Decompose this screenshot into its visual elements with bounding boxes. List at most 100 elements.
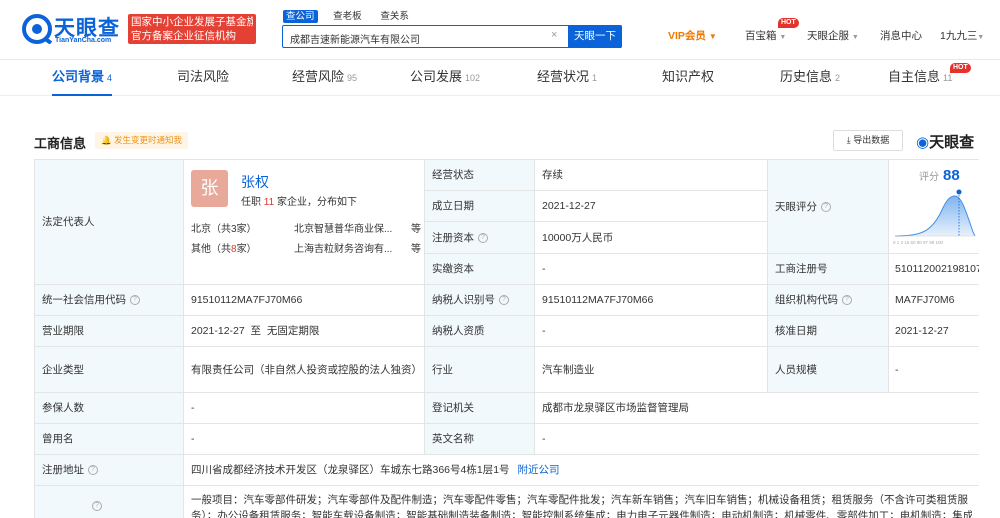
value-authority: 成都市龙泉驿区市场监督管理局 [535,393,979,424]
label-approve-date: 核准日期 [768,316,889,347]
capital-label-text: 注册资本 [432,231,474,244]
region-post: 家） [236,244,257,255]
label-scope: ? [35,486,184,518]
search-button[interactable]: 天眼一下 [568,24,622,48]
tab-ip[interactable]: 知识产权 [662,60,714,96]
sum-count[interactable]: 11 [264,197,274,208]
search-type-tabs: 查公司 查老板 查关系 [283,10,422,24]
value-reg-no: 510112002198107 [889,254,979,285]
label-capital: 注册资本? [425,222,535,254]
label-staff-size: 人员规模 [768,347,889,393]
tab-background[interactable]: 公司背景 4 [52,60,113,96]
value-org-code: MA7FJ70M6 [889,285,979,316]
tab-count: 11 [943,73,953,83]
logo-url: TianYanCha.com [55,37,112,44]
org-label-text: 组织机构代码 [775,294,838,306]
search-tab-company[interactable]: 查公司 [283,10,318,23]
rep-company-link[interactable]: 上海吉粒财务咨询有... [294,240,392,255]
help-icon[interactable]: ? [92,500,102,511]
score-text: 评分 88 [919,168,960,186]
clear-icon[interactable]: × [551,29,557,41]
value-estab-date: 2021-12-27 [535,191,768,222]
badge-line-2: 官方备案企业征信机构 [131,30,236,42]
chevron-down-icon: ▼ [708,32,717,41]
tab-count: 4 [107,73,113,83]
rep-company-link[interactable]: 北京智慧普华商业保... [294,220,392,235]
taxid-label-text: 纳税人识别号 [432,294,495,306]
value-tax-id: 91510112MA7FJ70M66 [535,285,768,316]
search-input[interactable]: 成都吉速新能源汽车有限公司 [290,31,420,46]
tab-label: 司法风险 [177,69,230,84]
avatar[interactable]: 张 [191,170,228,207]
user-menu[interactable]: 1九九三▼ [940,28,984,43]
export-button[interactable]: ⤓ 导出数据 [833,130,903,151]
message-center-link[interactable]: 消息中心 [880,28,922,43]
help-icon[interactable]: ? [88,465,98,475]
qiyefu-menu[interactable]: 天眼企服 ▼ [807,28,859,43]
tab-label: 公司发展 [410,69,463,84]
tab-operation-status[interactable]: 经营状况 1 [537,60,597,96]
help-icon[interactable]: ? [478,232,488,243]
download-icon: ⤓ [846,135,851,145]
sum-post: 家企业，分布如下 [276,197,357,208]
help-icon[interactable]: ? [821,201,831,212]
value-status: 存续 [535,160,768,191]
search-tab-relation[interactable]: 查关系 [377,10,412,23]
rep-region-other: 其他（共8家） [191,240,257,255]
change-notice-button[interactable]: 🔔 发生变更时通知我 [95,132,188,149]
scope-line-2: 务）；办公设备租赁服务；智能车载设备制造；智能基础制造装备制造；智能控制系统集成… [191,510,972,518]
qiyefu-label: 天眼企服 [807,30,849,42]
logo[interactable]: 天眼查 TianYanCha.com [22,12,120,48]
tab-history[interactable]: 历史信息 2 [780,60,840,96]
value-former-name: - [184,424,425,455]
label-reg-no: 工商注册号 [768,254,889,285]
label-insured: 参保人数 [35,393,184,424]
label-status: 经营状态 [425,160,535,191]
score-cell: 评分 88 0 1 3 15 60 80 97 99 100 [889,160,979,254]
company-tabs: 公司背景 4 司法风险 经营风险 95 公司发展 102 经营状况 1 知识产权 历史信… [0,60,1000,96]
value-approve-date: 2021-12-27 [889,316,979,347]
tab-label: 公司背景 [52,69,105,84]
value-term: 2021-12-27 至 无固定期限 [184,316,425,347]
user-name: 1九九三 [940,30,978,42]
watermark: ◉天眼查 [916,131,974,152]
hot-badge: HOT [950,63,971,73]
chevron-down-icon: ▼ [977,34,985,41]
tab-self-info[interactable]: 自主信息 11 [888,60,952,96]
value-uscc: 91510112MA7FJ70M66 [184,285,425,316]
chevron-down-icon: ▼ [779,34,787,41]
tab-development[interactable]: 公司发展 102 [410,60,480,96]
badge-line-1: 国家中小企业发展子基金旗下 [131,16,253,28]
label-tax-id: 纳税人识别号? [425,285,535,316]
search-box: 成都吉速新能源汽车有限公司 × 天眼一下 [282,24,622,48]
tab-operation-risk[interactable]: 经营风险 95 [292,60,357,96]
value-staff-size: - [889,347,979,393]
label-legal-rep: 法定代表人 [35,160,184,285]
baibao-menu[interactable]: 百宝箱 ▼ [745,28,786,43]
search-tab-boss[interactable]: 查老板 [330,10,365,23]
chevron-down-icon: ▼ [851,34,859,41]
tab-label: 经营状况 [537,69,590,84]
help-icon[interactable]: ? [130,295,140,305]
vip-link[interactable]: VIP会员 ▼ [668,28,717,43]
legal-rep-summary: 任职 11 家企业，分布如下 [241,193,357,208]
tab-count: 1 [592,73,598,83]
help-icon[interactable]: ? [499,295,509,305]
tab-legal-risk[interactable]: 司法风险 [177,60,229,96]
legal-rep-name[interactable]: 张权 [241,172,269,192]
tianyancha-logo-icon [22,14,52,44]
label-paid-capital: 实缴资本 [425,254,535,285]
nearby-companies-link[interactable]: 附近公司 [518,462,560,478]
bell-icon: 🔔 [101,135,112,145]
tab-label: 自主信息 [888,69,941,84]
value-paid-capital: - [535,254,768,285]
rep-etc: 等 [411,244,421,255]
label-english-name: 英文名称 [425,424,535,455]
score-marker-dot [956,189,962,195]
section-title: 工商信息 [34,136,87,151]
tab-label: 知识产权 [662,69,715,84]
rep-etc: 等 [411,224,421,235]
tab-count: 95 [347,73,358,83]
help-icon[interactable]: ? [842,295,852,305]
score-caption: 评分 [919,172,939,183]
